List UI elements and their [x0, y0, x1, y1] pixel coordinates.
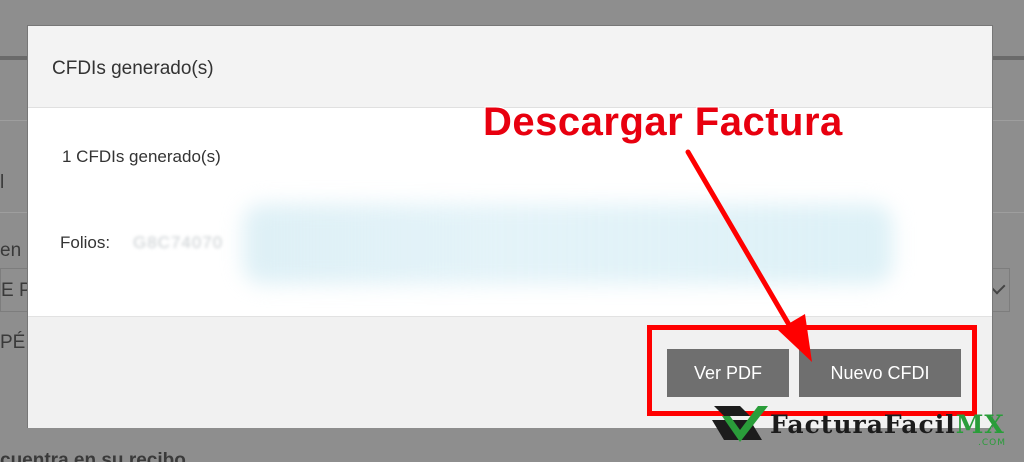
facturafacil-logo: FacturaFacilMX .COM [708, 398, 1024, 458]
logo-text: FacturaFacilMX [770, 410, 1005, 439]
annotation-arrow-icon [685, 149, 812, 362]
logo-domain: .COM [978, 438, 1006, 448]
logo-mark-icon [712, 406, 768, 442]
